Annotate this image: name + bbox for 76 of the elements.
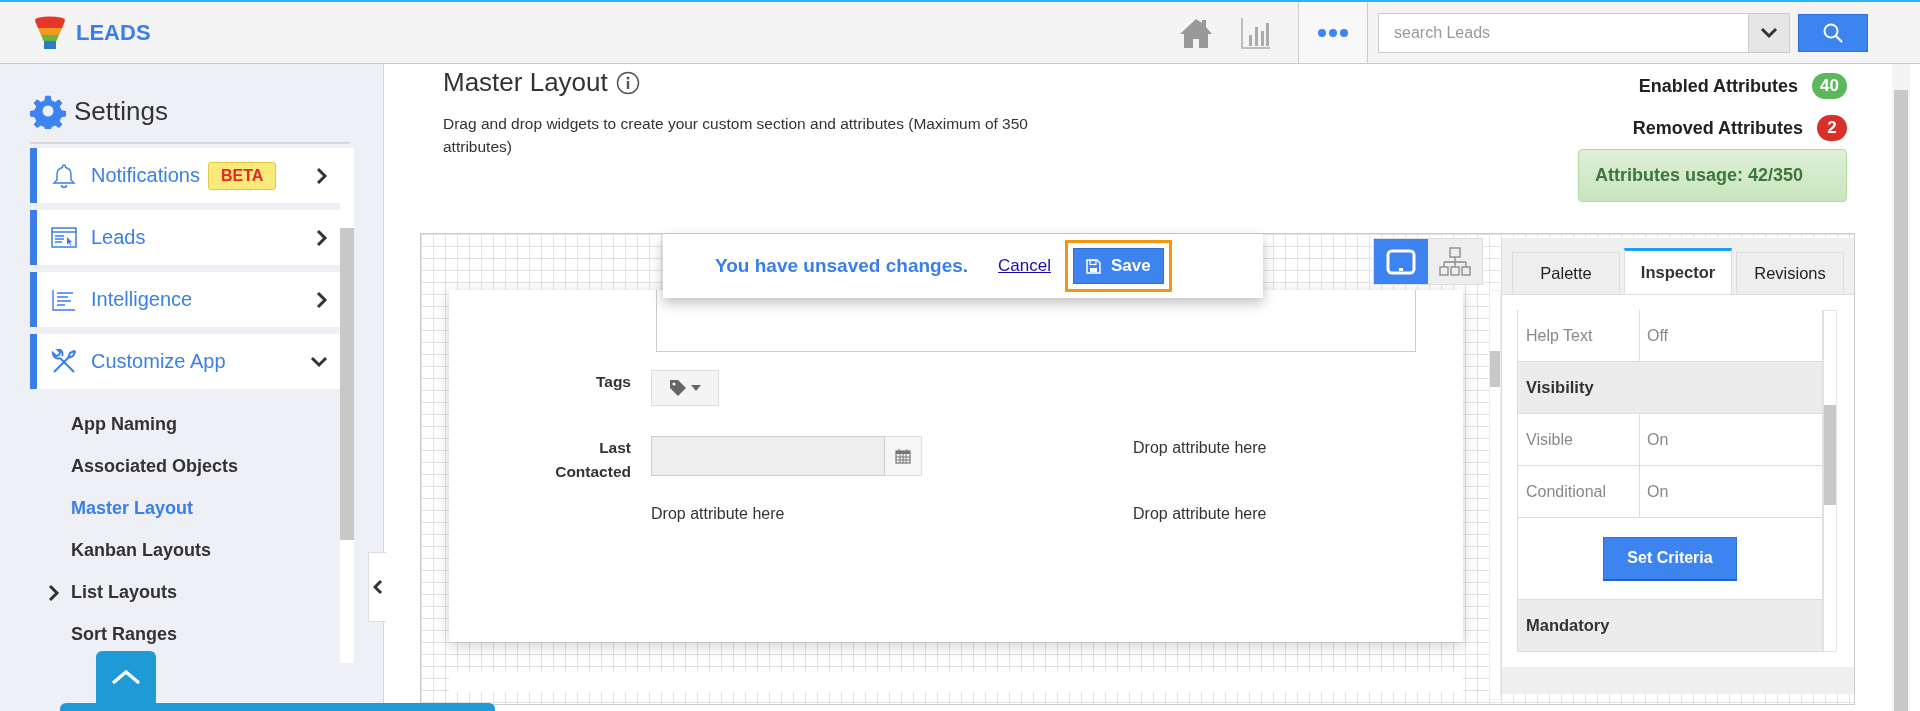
caret-icon xyxy=(691,385,701,391)
collapse-sidebar-button[interactable] xyxy=(368,552,386,622)
sidebar-item-label: Intelligence xyxy=(91,288,193,311)
tools-icon xyxy=(51,348,77,375)
scrollbar[interactable] xyxy=(340,148,354,663)
tablet-icon xyxy=(1386,248,1416,275)
sidebar-item[interactable]: Customize App xyxy=(30,334,340,389)
info-icon[interactable] xyxy=(615,70,640,95)
submenu-item[interactable]: Kanban Layouts xyxy=(30,529,340,571)
save-button[interactable]: Save xyxy=(1073,248,1164,284)
property-label: Help Text xyxy=(1518,310,1640,361)
count-badge: 2 xyxy=(1817,115,1847,141)
date-field[interactable] xyxy=(651,436,886,476)
usage-banner: Attributes usage: 42/350 xyxy=(1578,149,1847,202)
page-title: Master Layout xyxy=(443,67,608,98)
scrollbar[interactable] xyxy=(1823,310,1837,652)
chevron-down-icon xyxy=(1760,26,1778,39)
submenu-item[interactable]: Sort Ranges xyxy=(30,613,340,655)
scroll-up-button[interactable] xyxy=(96,651,156,703)
chevron-left-icon xyxy=(372,579,383,595)
section-header: Mandatory xyxy=(1517,600,1823,652)
tag-icon xyxy=(669,379,687,397)
sidebar-item[interactable]: Leads xyxy=(30,210,340,265)
sidebar-item[interactable]: Notifications BETA xyxy=(30,148,340,203)
set-criteria-button[interactable]: Set Criteria xyxy=(1603,536,1737,581)
stat-label: Removed Attributes xyxy=(1632,117,1803,139)
tag-dropdown-button[interactable] xyxy=(651,370,719,406)
unsaved-message: You have unsaved changes. xyxy=(715,255,969,277)
search-field[interactable]: search Leads xyxy=(1378,12,1748,53)
chevron-up-icon xyxy=(111,669,141,685)
view-mode-button[interactable] xyxy=(1428,239,1482,284)
window-icon xyxy=(51,226,77,249)
search-dropdown-button[interactable] xyxy=(1748,12,1790,53)
submenu-item[interactable]: List Layouts xyxy=(30,571,340,613)
page-description: Drag and drop widgets to create your custom section and attributes (Maximum of 350 attributes) xyxy=(443,114,1029,157)
submenu-item[interactable]: App Naming xyxy=(30,403,340,445)
drop-zone-text: Drop attribute here xyxy=(651,504,785,524)
list-lines-icon xyxy=(52,288,76,311)
calendar-icon xyxy=(895,448,912,464)
drop-zone-text: Drop attribute here xyxy=(1132,438,1267,458)
gear-icon xyxy=(30,93,66,129)
panel-tab[interactable]: Revisions xyxy=(1736,252,1844,294)
hierarchy-icon xyxy=(1439,246,1471,277)
sidebar-item[interactable]: Intelligence xyxy=(30,272,340,327)
beta-badge: BETA xyxy=(207,161,277,190)
drop-zone-text: Drop attribute here xyxy=(1132,504,1267,524)
property-label: Conditional xyxy=(1518,466,1640,517)
property-value: Off xyxy=(1646,325,1669,346)
home-icon[interactable] xyxy=(1179,16,1213,49)
scrollbar[interactable] xyxy=(1892,64,1910,711)
bar-chart-icon[interactable] xyxy=(1241,16,1271,49)
calendar-button[interactable] xyxy=(885,436,922,476)
sidebar-item-label: Customize App xyxy=(91,350,226,373)
view-mode-button[interactable] xyxy=(1374,239,1428,284)
settings-title: Settings xyxy=(74,95,168,127)
field-label: Tags xyxy=(594,372,631,392)
cancel-link[interactable]: Cancel xyxy=(998,256,1051,276)
sidebar-item-label: Leads xyxy=(91,226,146,249)
funnel-logo-icon xyxy=(34,15,66,50)
count-badge: 40 xyxy=(1812,73,1847,99)
sidebar-item-label: Notifications xyxy=(91,164,200,187)
app-name: LEADS xyxy=(76,19,151,46)
search-icon xyxy=(1823,22,1843,43)
scrollbar[interactable] xyxy=(1489,290,1501,700)
field-label: Last Contacted xyxy=(554,438,631,482)
more-dots-icon[interactable] xyxy=(1317,27,1349,38)
property-label: Visible xyxy=(1518,414,1640,465)
panel-tab[interactable]: Inspector xyxy=(1624,248,1732,294)
section-header: Visibility xyxy=(1517,362,1823,414)
search-button[interactable] xyxy=(1798,13,1868,52)
property-value: On xyxy=(1646,429,1669,450)
bell-icon xyxy=(52,162,76,189)
property-value: On xyxy=(1646,481,1669,502)
stat-label: Enabled Attributes xyxy=(1638,75,1799,97)
submenu-item[interactable]: Associated Objects xyxy=(30,445,340,487)
panel-tab[interactable]: Palette xyxy=(1512,252,1620,294)
